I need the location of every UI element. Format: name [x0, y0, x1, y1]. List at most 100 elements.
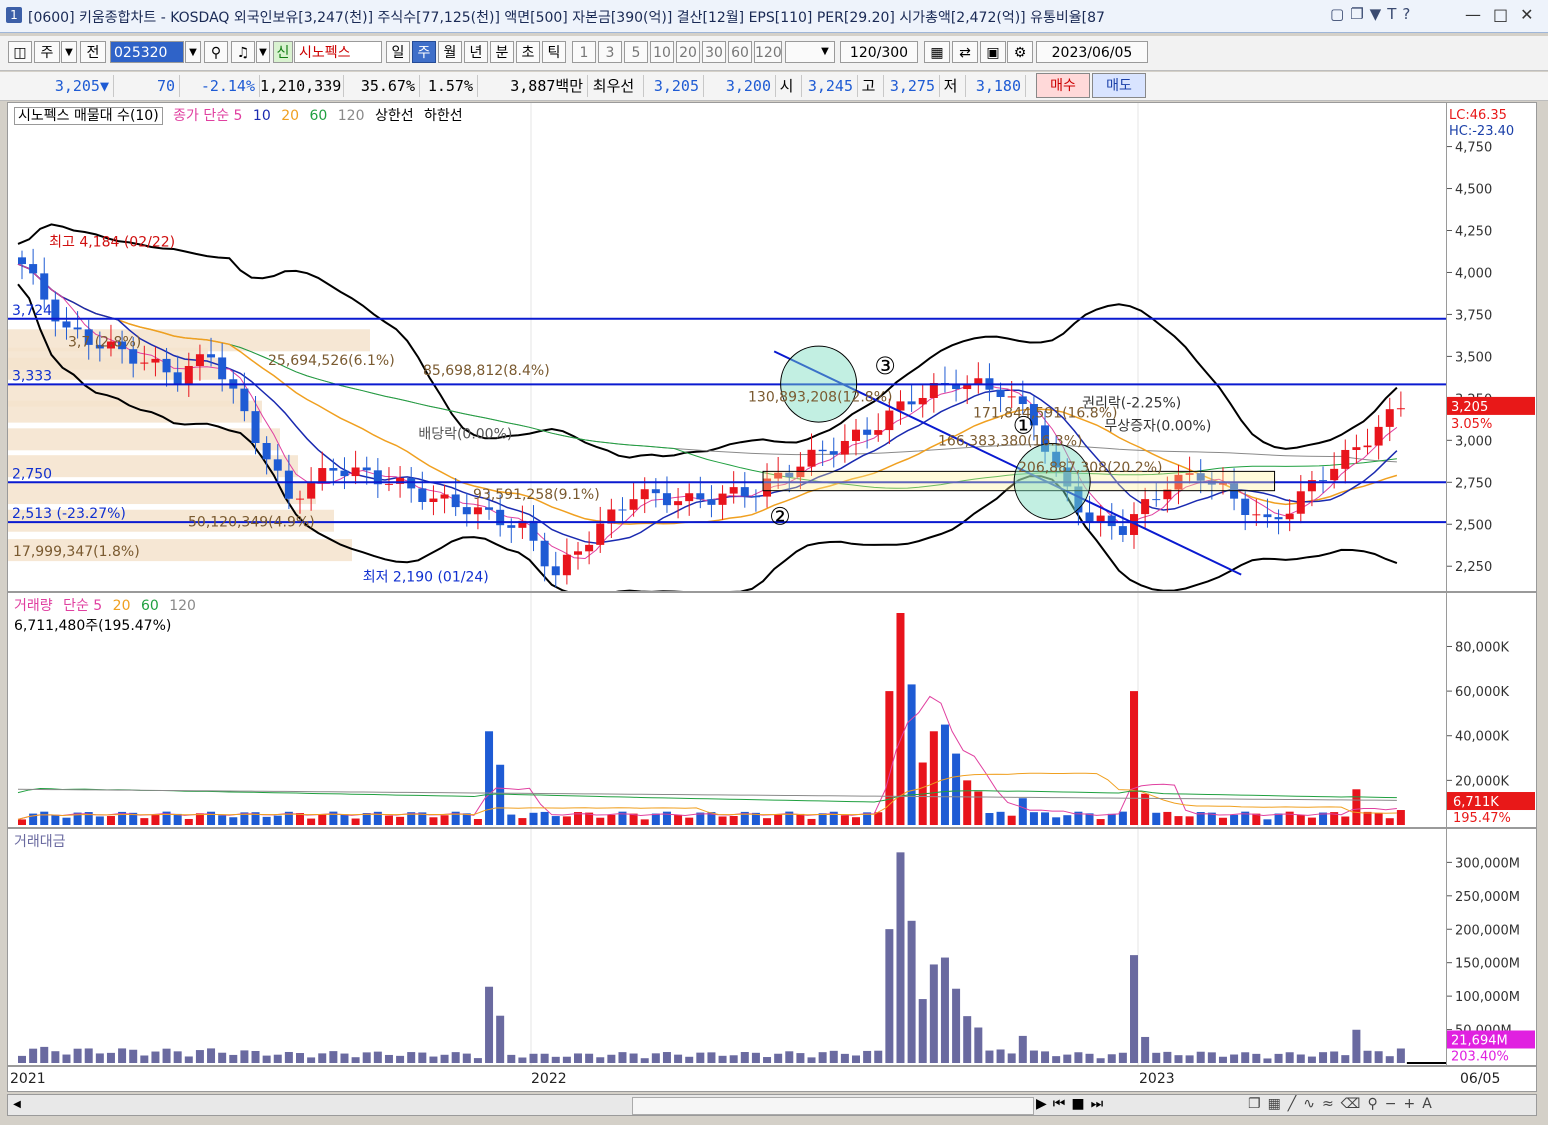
zoom-icon[interactable]: ▦: [924, 41, 950, 63]
period-tab-3[interactable]: 년: [464, 41, 488, 63]
minimize-icon[interactable]: —: [1465, 5, 1481, 24]
volume-bar-100: [1130, 691, 1138, 825]
amount-bar-31: [362, 1052, 371, 1063]
code-dropdown-icon[interactable]: ▼: [185, 41, 201, 63]
maximize-icon[interactable]: □: [1493, 5, 1508, 24]
x-label-2021: 2021: [10, 1071, 46, 1087]
amt-current-label: 21,694M: [1451, 1033, 1508, 1048]
interval-dropdown-icon[interactable]: ▼: [816, 41, 834, 63]
volume-bar-19: [229, 817, 238, 825]
amount-bar-123: [1385, 1056, 1394, 1063]
amount-bar-35: [407, 1052, 416, 1063]
zoom-out-icon[interactable]: −: [1385, 1096, 1397, 1112]
play-icon[interactable]: ▶: [1036, 1096, 1047, 1112]
grid-icon[interactable]: ▦: [1268, 1096, 1281, 1112]
period-tab-5[interactable]: 초: [516, 41, 540, 63]
upper-band-label: 상한선: [374, 108, 414, 124]
window-icon[interactable]: ▢: [1330, 5, 1344, 23]
amount-bar-85: [963, 1016, 972, 1063]
text-a-icon[interactable]: A: [1422, 1096, 1432, 1112]
price-axis: LC:46.35 HC:-23.40 4,750 4,500 4,250 4,000 3,7…: [1447, 102, 1537, 592]
buy-button[interactable]: 매수: [1036, 73, 1090, 98]
period-tab-0[interactable]: 일: [386, 41, 410, 63]
search-icon[interactable]: ⚲: [204, 41, 228, 63]
amount-bar-79: [896, 852, 905, 1063]
interval-tab-120[interactable]: 120: [754, 41, 782, 63]
interval-tab-20[interactable]: 20: [676, 41, 700, 63]
candle-29: [340, 470, 349, 477]
line-tool-icon[interactable]: ╱: [1288, 1096, 1296, 1112]
pin-icon[interactable]: ▼: [1370, 5, 1382, 23]
sell-button[interactable]: 매도: [1092, 73, 1146, 98]
volume-bar-46: [529, 812, 538, 825]
amount-bar-15: [184, 1056, 193, 1063]
amount-bar-77: [874, 1050, 883, 1063]
save-icon[interactable]: ▣: [980, 41, 1006, 63]
volume-bar-8: [106, 816, 115, 825]
speaker-dropdown-icon[interactable]: ▼: [256, 41, 270, 63]
rewind-icon[interactable]: ⏮: [1053, 1096, 1066, 1112]
candle-74: [840, 440, 849, 455]
amount-bar-67: [763, 1057, 772, 1063]
amount-bar-60: [685, 1056, 694, 1063]
amount-bar-114: [1285, 1052, 1294, 1063]
interval-tab-5[interactable]: 5: [624, 41, 648, 63]
stock-name[interactable]: 시노펙스: [294, 41, 382, 63]
label-2750: 2,750: [12, 466, 52, 482]
period-tab-2[interactable]: 월: [438, 41, 462, 63]
speaker-icon[interactable]: ♫: [231, 41, 255, 63]
volume-bar-2: [40, 811, 49, 825]
chart-scrollbar[interactable]: ◀ ▶ ⏮ ■ ⏭ ❐ ▦ ╱ ∿ ≈ ⌫ ⚲ − + A: [7, 1094, 1537, 1116]
current-price-label: 3,205: [1451, 400, 1488, 415]
volume-bar-97: [1096, 819, 1105, 825]
amount-bar-39: [451, 1052, 460, 1063]
prev-button[interactable]: 전: [80, 41, 106, 63]
volume-bar-49: [562, 816, 571, 825]
period-tab-4[interactable]: 분: [490, 41, 514, 63]
interval-tab-3[interactable]: 3: [598, 41, 622, 63]
gear-icon[interactable]: ⚙: [1007, 41, 1033, 63]
candle-90: [1018, 396, 1027, 405]
compare-icon[interactable]: ⇄: [952, 41, 978, 63]
amount-bar-117: [1319, 1052, 1328, 1063]
volume-pane[interactable]: 거래량 단순 5 20 60 120 6,711,480주(195.47%): [7, 592, 1447, 828]
period-tab-1[interactable]: 주: [412, 41, 436, 63]
trend-tool-icon[interactable]: ∿: [1303, 1096, 1315, 1112]
eraser-icon[interactable]: ⌫: [1341, 1096, 1361, 1112]
text-icon[interactable]: T: [1387, 5, 1396, 23]
search-small-icon[interactable]: ⚲: [1368, 1096, 1378, 1112]
scroll-thumb[interactable]: [632, 1097, 1034, 1115]
amount-pane[interactable]: 거래대금: [7, 828, 1447, 1066]
amount-bar-119: [1341, 1055, 1350, 1063]
stock-code-input[interactable]: 025320: [110, 41, 184, 63]
interval-tab-1[interactable]: 1: [572, 41, 596, 63]
volume-bar-42: [485, 731, 494, 825]
fibo-icon[interactable]: ≈: [1322, 1096, 1334, 1112]
scroll-left-icon[interactable]: ◀: [10, 1097, 24, 1113]
volume-bar-83: [940, 724, 949, 825]
zoom-in-icon[interactable]: +: [1404, 1096, 1416, 1112]
close-icon[interactable]: ✕: [1520, 5, 1533, 24]
amount-bar-103: [1163, 1051, 1172, 1063]
period-tab-6[interactable]: 틱: [542, 41, 566, 63]
axis-lc: LC:46.35: [1449, 108, 1507, 123]
restore-icon[interactable]: ❐: [1350, 5, 1363, 23]
interval-tab-30[interactable]: 30: [702, 41, 726, 63]
price-pane[interactable]: 최고 4,184 (02/22) 최저 2,190 (01/24) 3,333 3,7…: [7, 102, 1447, 592]
copy-icon[interactable]: ❐: [1248, 1096, 1261, 1112]
stop-icon[interactable]: ■: [1071, 1096, 1084, 1112]
volume-bar-121: [1363, 811, 1372, 825]
fast-forward-icon[interactable]: ⏭: [1091, 1096, 1104, 1112]
interval-tab-10[interactable]: 10: [650, 41, 674, 63]
layout-icon[interactable]: ◫: [8, 41, 32, 63]
interval-tab-60[interactable]: 60: [728, 41, 752, 63]
date-input[interactable]: 2023/06/05: [1036, 41, 1148, 63]
amount-bar-33: [384, 1054, 393, 1063]
mode-select[interactable]: 주: [34, 41, 60, 63]
bar-count-input[interactable]: 120/300: [840, 41, 918, 63]
volume-profile-label-8: 17,999,347(1.8%): [13, 544, 140, 560]
help-icon[interactable]: ?: [1402, 5, 1410, 23]
mode-dropdown-icon[interactable]: ▼: [61, 41, 77, 63]
volume-legend-name: 거래량: [14, 598, 53, 614]
amount-bar-27: [318, 1053, 327, 1063]
